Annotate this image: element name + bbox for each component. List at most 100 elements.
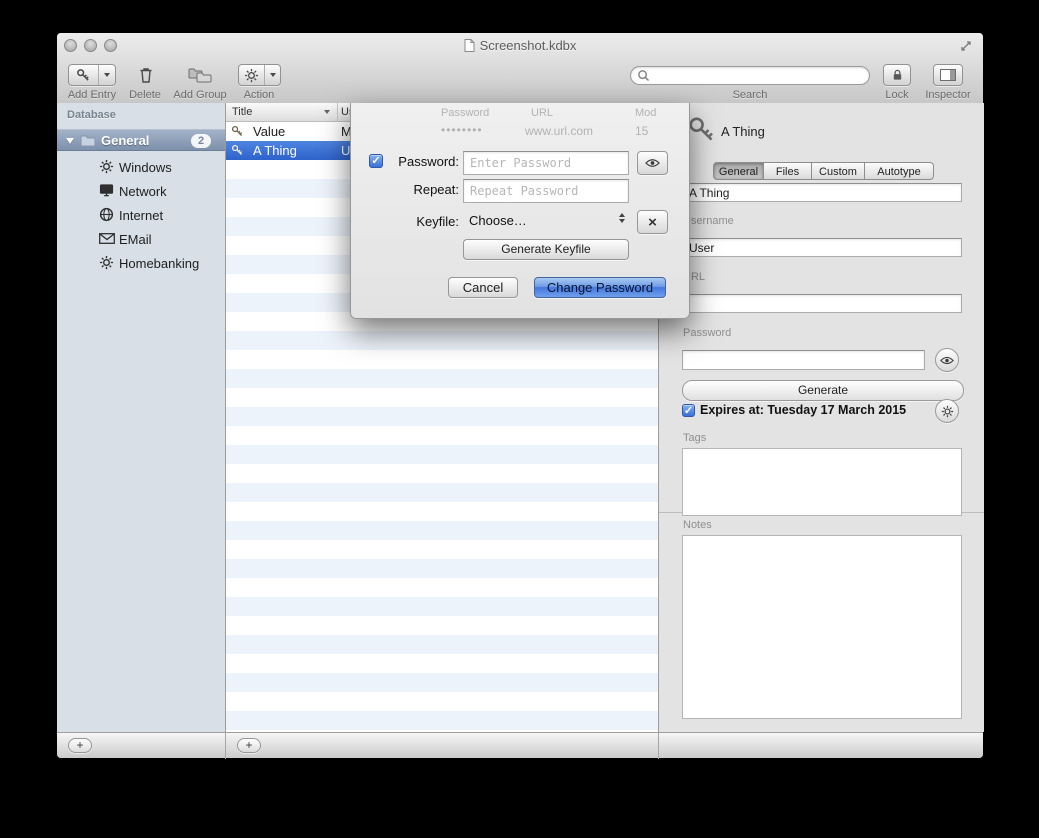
column-divider[interactable] (337, 103, 338, 122)
username-label: Username (683, 215, 734, 227)
globe-icon (99, 207, 115, 223)
change-password-sheet: Password URL Mod •••••••• www.url.com 15… (350, 103, 690, 319)
tags-field[interactable] (682, 448, 962, 516)
sidebar-item-label: Network (119, 184, 167, 199)
sheet-repeat-label: Repeat: (371, 182, 459, 197)
sidebar-item-homebanking[interactable]: Homebanking (57, 251, 225, 275)
desktop-background: Screenshot.kdbx Add Entry Delete Add (0, 0, 1039, 838)
tags-label: Tags (683, 432, 706, 444)
sort-indicator-icon (324, 110, 330, 114)
keyfile-popup[interactable]: Choose… (469, 213, 527, 228)
fullscreen-icon[interactable] (960, 40, 972, 52)
delete-button[interactable] (135, 65, 157, 85)
inspector-entry-title: A Thing (721, 124, 765, 139)
search-label: Search (700, 89, 800, 101)
gear-icon (239, 68, 264, 83)
add-entry-plus-button[interactable]: + (237, 738, 261, 753)
chevron-down-icon (99, 73, 115, 77)
search-input[interactable] (654, 68, 863, 84)
expires-label: Expires at: Tuesday 17 March 2015 (700, 403, 906, 417)
change-password-button[interactable]: Change Password (534, 277, 666, 298)
eye-icon (645, 158, 660, 168)
password-label: Password (683, 327, 731, 339)
ghost-modified-value: 15 (635, 124, 648, 138)
inspector-panel-icon (940, 69, 956, 81)
ghost-column-password: Password (441, 107, 489, 119)
entry-title: Value (253, 124, 285, 139)
tab-general[interactable]: General (713, 162, 764, 180)
search-icon (637, 69, 650, 82)
action-label: Action (229, 89, 289, 101)
sidebar-group-general[interactable]: General 2 (57, 129, 225, 151)
document-icon (464, 39, 475, 52)
inspector-tabs: GeneralFilesCustomAutotype (713, 162, 934, 180)
popup-stepper-icon[interactable] (619, 213, 625, 223)
window-title-group: Screenshot.kdbx (57, 38, 983, 53)
add-entry-button[interactable] (68, 64, 116, 86)
notes-label: Notes (683, 519, 712, 531)
search-field[interactable] (630, 66, 870, 85)
tab-autotype[interactable]: Autotype (865, 162, 934, 180)
title-field[interactable] (682, 183, 962, 202)
sidebar-item-internet[interactable]: Internet (57, 203, 225, 227)
username-field[interactable] (682, 238, 962, 257)
entry-key-icon (687, 115, 715, 145)
repeat-password-input[interactable] (463, 179, 629, 203)
lock-icon (891, 68, 904, 82)
gear-icon (941, 405, 954, 418)
app-window: Screenshot.kdbx Add Entry Delete Add (57, 33, 983, 758)
tab-custom[interactable]: Custom (812, 162, 865, 180)
sidebar-item-label: Windows (119, 160, 172, 175)
group-count-badge: 2 (191, 134, 211, 148)
expires-checkbox[interactable]: ✓ (682, 404, 695, 417)
eye-icon (940, 356, 954, 365)
generate-keyfile-button[interactable]: Generate Keyfile (463, 239, 629, 260)
sidebar-item-label: Homebanking (119, 256, 199, 271)
close-icon: × (648, 215, 657, 230)
new-password-input[interactable] (463, 151, 629, 175)
reveal-password-button[interactable] (637, 151, 668, 175)
window-chrome: Screenshot.kdbx Add Entry Delete Add (57, 33, 983, 104)
sidebar-item-windows[interactable]: Windows (57, 155, 225, 179)
notes-field[interactable] (682, 535, 962, 719)
url-field[interactable] (682, 294, 962, 313)
trash-icon (138, 66, 154, 84)
inspector-panel: A Thing GeneralFilesCustomAutotype Usern… (658, 103, 984, 732)
ghost-url-value: www.url.com (525, 124, 593, 138)
disclosure-triangle-icon[interactable] (66, 138, 74, 144)
window-title: Screenshot.kdbx (480, 38, 577, 53)
show-password-button[interactable] (935, 348, 959, 372)
bottom-bar: + + (57, 732, 983, 758)
password-field[interactable] (682, 350, 925, 370)
sidebar-item-email[interactable]: EMail (57, 227, 225, 251)
clear-keyfile-button[interactable]: × (637, 210, 668, 234)
folders-icon (188, 67, 212, 84)
action-button[interactable] (238, 64, 281, 86)
sidebar-item-label: EMail (119, 232, 152, 247)
generate-button[interactable]: Generate (682, 380, 964, 401)
gear-icon (99, 255, 115, 271)
pane-divider (225, 733, 226, 759)
lock-button[interactable] (883, 64, 911, 86)
ghost-column-modified: Mod (635, 107, 656, 119)
sheet-keyfile-label: Keyfile: (371, 214, 459, 229)
envelope-icon (99, 231, 115, 247)
key-icon (69, 68, 98, 83)
inspector-label: Inspector (908, 89, 988, 101)
tab-files[interactable]: Files (764, 162, 812, 180)
monitor-icon (99, 183, 115, 199)
checkmark-icon: ✓ (684, 405, 693, 417)
add-group-plus-button[interactable]: + (68, 738, 92, 753)
add-group-button[interactable] (185, 65, 215, 85)
column-title[interactable]: Title (232, 106, 252, 118)
sidebar-header: Database (67, 109, 116, 121)
ghost-column-url: URL (531, 107, 553, 119)
folder-icon (80, 134, 96, 147)
sidebar-item-network[interactable]: Network (57, 179, 225, 203)
pane-divider (658, 733, 659, 759)
sidebar-group-label: General (101, 133, 149, 148)
expires-settings-button[interactable] (935, 399, 959, 423)
inspector-button[interactable] (933, 64, 963, 86)
key-icon (231, 144, 244, 157)
cancel-button[interactable]: Cancel (448, 277, 518, 298)
